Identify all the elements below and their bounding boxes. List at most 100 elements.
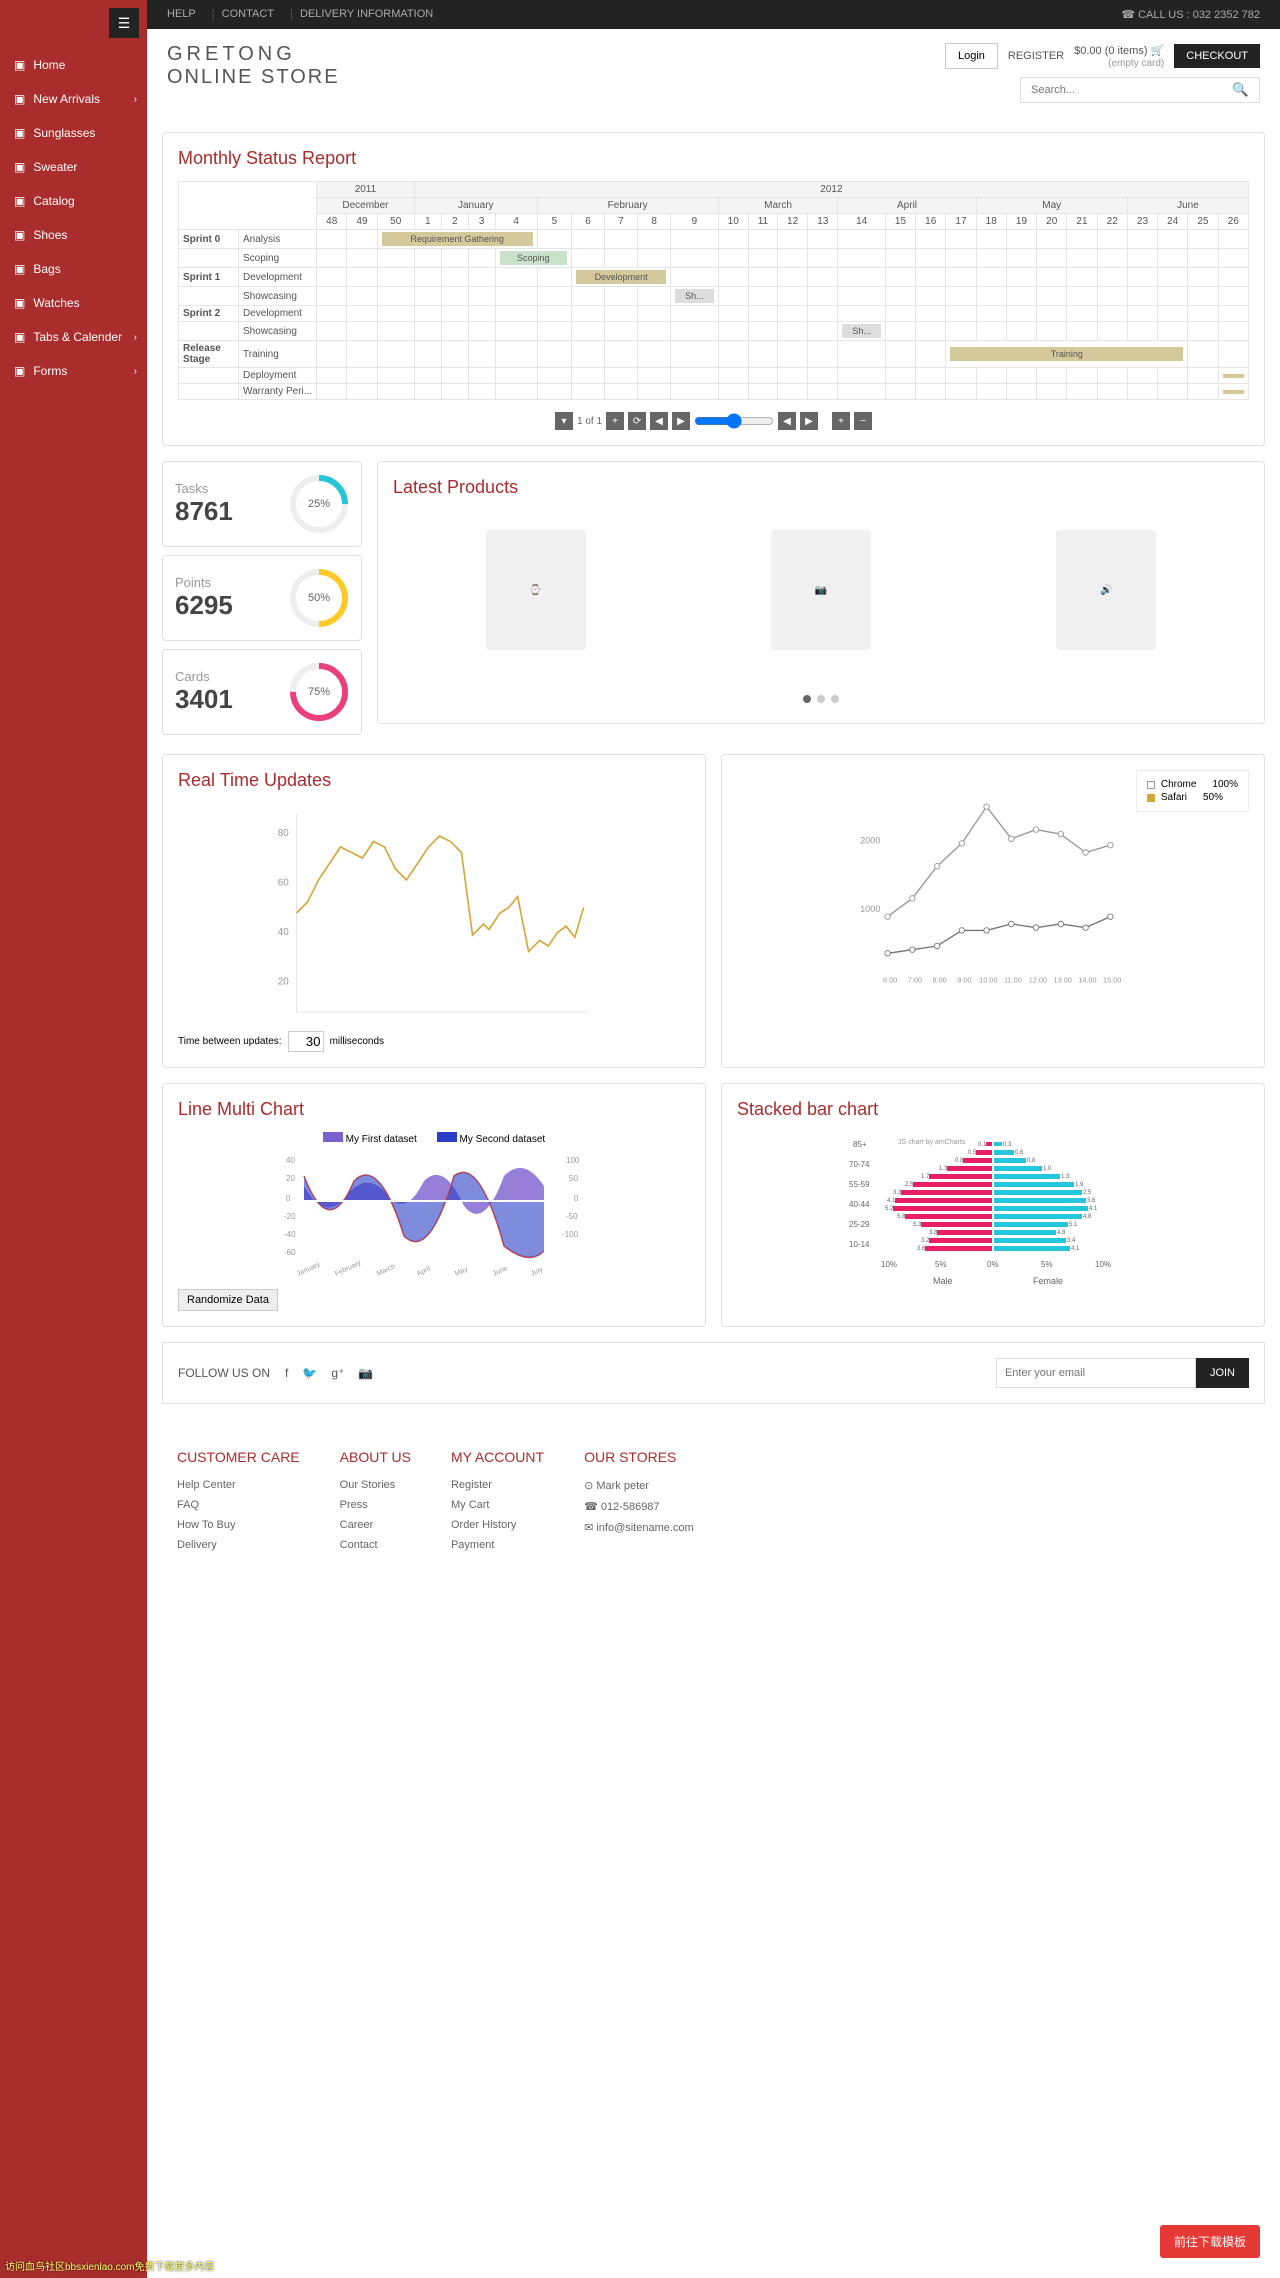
download-template-button[interactable]: 前往下载模板 [1160, 2225, 1260, 2258]
footer-link[interactable]: Press [340, 1499, 411, 1511]
footer-link[interactable]: ✉ info@sitename.com [584, 1521, 694, 1534]
sidebar-item-forms[interactable]: ▣Forms› [0, 354, 147, 388]
delivery-link[interactable]: DELIVERY INFORMATION [300, 8, 433, 20]
refresh-icon[interactable]: ⟳ [628, 412, 646, 430]
card-title: Real Time Updates [178, 770, 690, 791]
svg-text:4.1: 4.1 [1071, 1246, 1080, 1252]
svg-text:0.8: 0.8 [955, 1158, 964, 1164]
footer-link[interactable]: Register [451, 1479, 544, 1491]
sidebar-item-tabs-&-calender[interactable]: ▣Tabs & Calender› [0, 320, 147, 354]
prev-icon[interactable]: ◀ [650, 412, 668, 430]
sidebar-item-bags[interactable]: ▣Bags [0, 252, 147, 286]
svg-text:40: 40 [278, 927, 290, 938]
plus-icon[interactable]: + [606, 412, 624, 430]
footer-link[interactable]: Contact [340, 1539, 411, 1551]
svg-text:March: March [376, 1263, 397, 1278]
footer-link[interactable]: ☎ 012-586987 [584, 1500, 694, 1513]
next-icon[interactable]: ▶ [672, 412, 690, 430]
sidebar-item-watches[interactable]: ▣Watches [0, 286, 147, 320]
svg-text:0.1: 0.1 [978, 1142, 987, 1148]
svg-text:5%: 5% [935, 1260, 947, 1269]
svg-text:3.6: 3.6 [1087, 1198, 1096, 1204]
sidebar-item-new-arrivals[interactable]: ▣New Arrivals› [0, 82, 147, 116]
help-link[interactable]: HELP [167, 8, 196, 20]
svg-text:-100: -100 [562, 1230, 579, 1239]
svg-text:0.5: 0.5 [968, 1150, 977, 1156]
cart-icon[interactable]: 🛒 [1151, 45, 1165, 57]
footer-link[interactable]: How To Buy [177, 1519, 300, 1531]
svg-text:25-29: 25-29 [849, 1220, 870, 1229]
facebook-icon[interactable]: f [285, 1366, 288, 1380]
realtime-card: Real Time Updates 80604020 Time between … [162, 754, 706, 1068]
footer-link[interactable]: Help Center [177, 1479, 300, 1491]
svg-text:3.2: 3.2 [921, 1238, 930, 1244]
join-button[interactable]: JOIN [1196, 1358, 1249, 1388]
add-icon[interactable]: + [832, 412, 850, 430]
svg-text:January: January [296, 1261, 322, 1278]
footer-link[interactable]: My Cart [451, 1499, 544, 1511]
footer-link[interactable]: FAQ [177, 1499, 300, 1511]
footer-link[interactable]: Order History [451, 1519, 544, 1531]
email-input[interactable] [996, 1358, 1196, 1388]
svg-text:12.00: 12.00 [1029, 976, 1047, 985]
svg-text:0%: 0% [987, 1260, 999, 1269]
nav-icon: ▣ [14, 364, 25, 378]
svg-text:1000: 1000 [860, 904, 880, 914]
search-button[interactable]: 🔍 [1222, 78, 1259, 102]
chevron-right-icon: › [134, 332, 137, 343]
footer-link[interactable]: Payment [451, 1539, 544, 1551]
nav-icon: ▣ [14, 228, 25, 242]
product-selfie-stick[interactable]: 📷 [771, 530, 871, 650]
login-button[interactable]: Login [945, 43, 998, 69]
gantt-chart[interactable]: 20112012 DecemberJanuaryFebruaryMarchApr… [178, 181, 1249, 430]
svg-text:1.7: 1.7 [921, 1174, 930, 1180]
search-box: 🔍 [1020, 77, 1260, 103]
checkout-button[interactable]: CHECKOUT [1174, 44, 1260, 68]
svg-text:1.3: 1.3 [939, 1166, 948, 1172]
product-watch[interactable]: ⌚ [486, 530, 586, 650]
sidebar-item-sweater[interactable]: ▣Sweater [0, 150, 147, 184]
sidebar-item-catalog[interactable]: ▣Catalog [0, 184, 147, 218]
svg-text:April: April [416, 1265, 432, 1277]
instagram-icon[interactable]: 📷 [358, 1366, 373, 1380]
menu-toggle-button[interactable]: ☰ [109, 8, 139, 38]
svg-text:10-14: 10-14 [849, 1240, 870, 1249]
contact-link[interactable]: CONTACT [222, 8, 274, 20]
svg-text:1.3: 1.3 [1061, 1174, 1070, 1180]
svg-text:2000: 2000 [860, 835, 880, 845]
footer-link[interactable]: Our Stories [340, 1479, 411, 1491]
follow-bar: FOLLOW US ON f 🐦 g⁺ 📷 JOIN [162, 1342, 1265, 1404]
footer-link[interactable]: Delivery [177, 1539, 300, 1551]
randomize-button[interactable]: Randomize Data [178, 1289, 278, 1311]
realtime-chart: 80604020 [178, 803, 690, 1023]
logo[interactable]: GRETONG ONLINE STORE [167, 43, 340, 89]
footer-link[interactable]: Career [340, 1519, 411, 1531]
carousel-dots[interactable] [393, 690, 1249, 708]
svg-text:5.8: 5.8 [897, 1214, 906, 1220]
nav-left-icon[interactable]: ◀ [778, 412, 796, 430]
svg-text:11.00: 11.00 [1004, 976, 1022, 985]
sidebar-item-home[interactable]: ▣Home [0, 48, 147, 82]
metric-tasks: Tasks876125% [162, 461, 362, 547]
zoom-slider[interactable] [694, 413, 774, 429]
register-link[interactable]: REGISTER [1008, 50, 1064, 62]
googleplus-icon[interactable]: g⁺ [331, 1366, 344, 1380]
cart-summary[interactable]: $0.00 (0 items) [1074, 45, 1147, 57]
svg-text:-50: -50 [566, 1212, 578, 1221]
product-speaker[interactable]: 🔊 [1056, 530, 1156, 650]
svg-text:10%: 10% [1095, 1260, 1111, 1269]
svg-text:55-59: 55-59 [849, 1180, 870, 1189]
twitter-icon[interactable]: 🐦 [302, 1366, 317, 1380]
nav-right-icon[interactable]: ▶ [800, 412, 818, 430]
svg-text:0: 0 [574, 1194, 579, 1203]
collapse-icon[interactable]: ▾ [555, 412, 573, 430]
search-input[interactable] [1021, 78, 1222, 102]
svg-text:70-74: 70-74 [849, 1160, 870, 1169]
sidebar-item-shoes[interactable]: ▣Shoes [0, 218, 147, 252]
sidebar-item-sunglasses[interactable]: ▣Sunglasses [0, 116, 147, 150]
footer-link[interactable]: ⊙ Mark peter [584, 1479, 694, 1492]
minus-icon[interactable]: − [854, 412, 872, 430]
svg-text:5.3: 5.3 [913, 1222, 922, 1228]
chevron-right-icon: › [134, 366, 137, 377]
interval-input[interactable] [288, 1031, 324, 1052]
